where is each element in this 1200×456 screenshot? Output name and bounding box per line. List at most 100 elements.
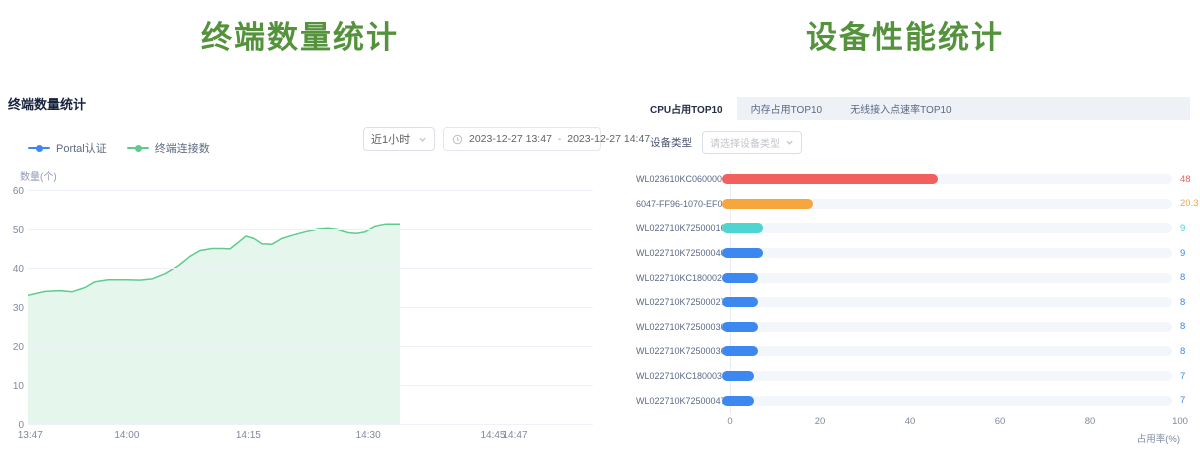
bar-track <box>722 174 1172 184</box>
bar-fill[interactable] <box>722 273 758 283</box>
bar-fill[interactable] <box>722 396 754 406</box>
bar-x-tick-label: 20 <box>815 416 826 427</box>
right-section-title: 设备性能统计 <box>620 12 1190 57</box>
bar-track <box>722 346 1172 356</box>
bar-track <box>722 322 1172 332</box>
tab-wireless-rate-top10[interactable]: 无线接入点速率TOP10 <box>836 97 966 120</box>
bar-fill[interactable] <box>722 199 813 209</box>
bar-value: 7 <box>1180 395 1185 406</box>
cpu-top10-bar-chart: WL023610KC06000043 48 6047-FF96-1070-EF0… <box>636 167 1190 413</box>
chevron-down-icon <box>418 135 427 144</box>
gridline: 30 <box>28 307 593 308</box>
bar-x-tick-label: 40 <box>905 416 916 427</box>
bar-fill[interactable] <box>722 371 754 381</box>
bar-x-tick-label: 80 <box>1085 416 1096 427</box>
tab-memory-top10[interactable]: 内存占用TOP10 <box>737 97 837 120</box>
left-chart-header: 终端数量统计 <box>8 94 86 113</box>
device-type-placeholder: 请选择设备类型 <box>710 135 780 150</box>
time-range-select[interactable]: 近1小时 <box>363 127 435 151</box>
gridline: 20 <box>28 346 593 347</box>
bar-row: WL022710K725000409 9 <box>636 241 1190 266</box>
bar-value: 20.3 <box>1180 198 1199 209</box>
device-name-label: 6047-FF96-1070-EF0A <box>636 199 722 209</box>
bar-x-tick-label: 60 <box>995 416 1006 427</box>
clock-icon <box>452 134 463 145</box>
device-name-label: WL022710KC18000372 <box>636 371 722 381</box>
bar-fill[interactable] <box>722 223 763 233</box>
bar-row: WL022710K725000470 7 <box>636 388 1190 413</box>
y-tick-label: 30 <box>2 303 24 314</box>
bar-row: WL022710KC18000280 8 <box>636 265 1190 290</box>
x-tick-label: 14:47 <box>503 430 528 441</box>
bar-fill[interactable] <box>722 174 938 184</box>
tab-cpu-top10[interactable]: CPU占用TOP10 <box>636 97 737 120</box>
y-tick-label: 20 <box>2 342 24 353</box>
bar-value: 8 <box>1180 321 1185 332</box>
bar-value: 9 <box>1180 223 1185 234</box>
y-tick-label: 60 <box>2 186 24 197</box>
bar-track <box>722 371 1172 381</box>
y-tick-label: 10 <box>2 381 24 392</box>
bar-value: 8 <box>1180 272 1185 283</box>
gridline: 40 <box>28 268 593 269</box>
bar-row: WL022710KC18000372 7 <box>636 364 1190 389</box>
date-range-separator: - <box>558 134 561 145</box>
bar-track <box>722 223 1172 233</box>
bar-value: 8 <box>1180 297 1185 308</box>
bar-row: WL022710K725000307 8 <box>636 315 1190 340</box>
bar-row: WL022710K725000369 8 <box>636 339 1190 364</box>
x-tick-label: 14:30 <box>356 430 381 441</box>
bar-row: WL023610KC06000043 48 <box>636 167 1190 192</box>
date-range-picker[interactable]: 2023-12-27 13:47 - 2023-12-27 14:47 <box>443 127 601 151</box>
bar-track <box>722 297 1172 307</box>
bar-value: 8 <box>1180 346 1185 357</box>
bar-fill[interactable] <box>722 297 758 307</box>
device-type-label: 设备类型 <box>650 135 692 150</box>
legend-line-dot-icon <box>28 147 50 149</box>
x-tick-label: 14:00 <box>114 430 139 441</box>
device-type-select[interactable]: 请选择设备类型 <box>702 131 802 154</box>
legend-item-portal[interactable]: Portal认证 <box>28 140 107 156</box>
chart-legend: Portal认证 终端连接数 <box>28 140 210 156</box>
bar-value: 7 <box>1180 371 1185 382</box>
y-tick-label: 50 <box>2 225 24 236</box>
legend-label: Portal认证 <box>56 140 107 156</box>
legend-label: 终端连接数 <box>155 140 210 156</box>
bar-row: 6047-FF96-1070-EF0A 20.3 <box>636 192 1190 217</box>
bar-x-tick-label: 100 <box>1172 416 1188 427</box>
plot-area: 010203040506013:4714:0014:1514:3014:4514… <box>28 190 593 424</box>
bar-value: 9 <box>1180 248 1185 259</box>
gridline: 10 <box>28 385 593 386</box>
time-range-value: 近1小时 <box>371 131 410 147</box>
date-range-start: 2023-12-27 13:47 <box>469 133 552 145</box>
legend-line-dot-icon <box>127 147 149 149</box>
bar-row: WL022710K725000272 8 <box>636 290 1190 315</box>
device-name-label: WL022710K725000369 <box>636 346 722 356</box>
x-tick-label: 13:47 <box>18 430 43 441</box>
bar-track <box>722 248 1172 258</box>
bar-track <box>722 273 1172 283</box>
device-name-label: WL022710K725000272 <box>636 297 722 307</box>
gridline: 60 <box>28 190 593 191</box>
chevron-down-icon <box>785 138 794 147</box>
device-name-label: WL022710K725000102 <box>636 223 722 233</box>
bar-value: 48 <box>1180 174 1191 185</box>
bar-fill[interactable] <box>722 248 763 258</box>
bar-fill[interactable] <box>722 322 758 332</box>
left-section-title: 终端数量统计 <box>0 12 600 57</box>
bar-fill[interactable] <box>722 346 758 356</box>
performance-tabs: CPU占用TOP10 内存占用TOP10 无线接入点速率TOP10 <box>636 97 1190 120</box>
bar-chart-x-ticks: 020406080100 <box>730 416 1180 428</box>
bar-row: WL022710K725000102 9 <box>636 216 1190 241</box>
gridline: 50 <box>28 229 593 230</box>
bar-chart-x-axis-label: 占用率(%) <box>730 431 1180 445</box>
gridline: 0 <box>28 424 593 425</box>
device-name-label: WL022710K725000307 <box>636 322 722 332</box>
bar-track <box>722 199 1172 209</box>
terminal-count-area-chart: 数量(个) 010203040506013:4714:0014:1514:301… <box>8 168 600 450</box>
date-range-end: 2023-12-27 14:47 <box>567 133 650 145</box>
x-tick-label: 14:15 <box>236 430 261 441</box>
device-name-label: WL022710K725000470 <box>636 396 722 406</box>
legend-item-terminal-connections[interactable]: 终端连接数 <box>127 140 210 156</box>
device-name-label: WL022710K725000409 <box>636 248 722 258</box>
